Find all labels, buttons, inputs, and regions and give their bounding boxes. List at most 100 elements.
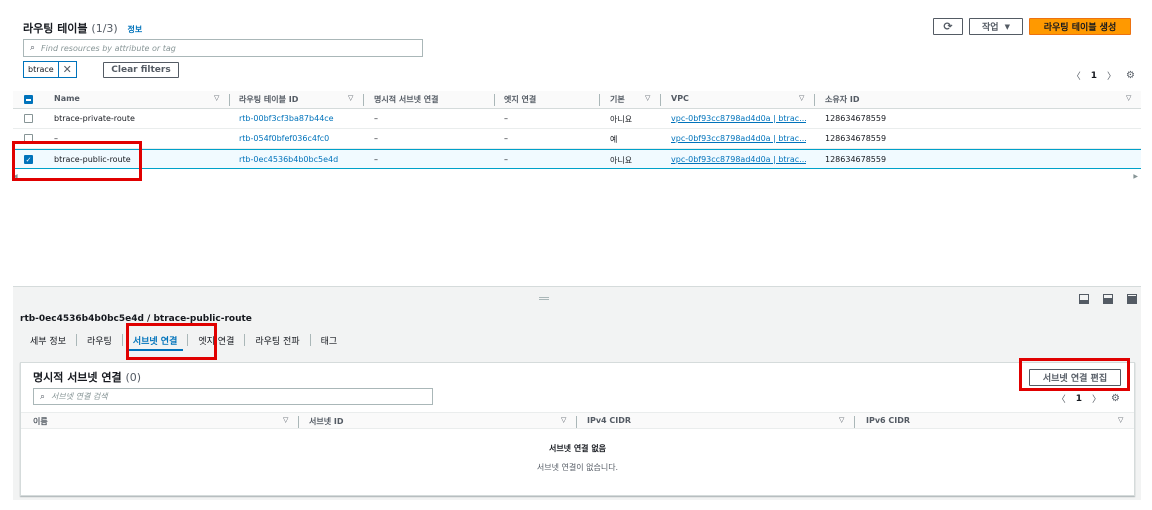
current-page[interactable]: 1 (1091, 71, 1097, 81)
route-table-header-row: Name ▽ 라우팅 테이블 ID ▽ 명시적 서브넷 연결 엣지 연결 기본 … (13, 91, 1141, 109)
col-edge-association[interactable]: 엣지 연결 (504, 94, 536, 105)
tab-edge-associations[interactable]: 엣지 연결 (188, 329, 244, 351)
cell-edge: – (504, 155, 508, 164)
panel-side-icon[interactable] (1103, 294, 1113, 304)
refresh-button[interactable]: ⟳ (933, 18, 963, 35)
empty-state-subtitle: 서브넷 연결이 없습니다. (536, 463, 619, 472)
col-owner-id[interactable]: 소유자 ID (825, 94, 859, 105)
column-divider (494, 94, 495, 106)
info-link[interactable]: 정보 (128, 25, 143, 34)
col-vpc[interactable]: VPC (671, 94, 689, 103)
create-route-table-button[interactable]: 라우팅 테이블 생성 (1029, 18, 1131, 35)
column-divider (229, 94, 230, 106)
sort-icon[interactable]: ▽ (839, 416, 844, 424)
scroll-right-icon[interactable]: ▶ (1133, 173, 1138, 180)
edit-subnet-associations-button[interactable]: 서브넷 연결 편집 (1029, 369, 1121, 386)
row-checkbox[interactable] (24, 134, 33, 143)
cell-main: 아니요 (610, 115, 633, 124)
tab-tags[interactable]: 태그 (311, 329, 348, 351)
cell-vpc[interactable]: vpc-0bf93cc8798ad4d0a | btrac... (671, 114, 806, 123)
gear-icon[interactable]: ⚙ (1126, 70, 1135, 81)
tab-details[interactable]: 세부 정보 (20, 329, 76, 351)
row-checkbox[interactable] (24, 114, 33, 123)
cell-owner: 128634678559 (825, 114, 887, 123)
column-divider (854, 416, 855, 428)
next-page-icon[interactable]: 〉 (1092, 392, 1101, 405)
page-title: 라우팅 테이블 (23, 22, 88, 35)
filter-token: btrace ✕ (23, 61, 77, 78)
card-title: 명시적 서브넷 연결 (0) (33, 369, 141, 385)
pagination: 〈 1 〉 ⚙ (1072, 69, 1135, 82)
panel-bottom-icon[interactable] (1079, 294, 1089, 304)
prev-page-icon[interactable]: 〈 (1072, 69, 1081, 82)
empty-state-title: 서브넷 연결 없음 (548, 444, 607, 453)
current-page[interactable]: 1 (1076, 394, 1082, 404)
col-name[interactable]: Name (54, 94, 80, 103)
explicit-subnet-card: 명시적 서브넷 연결 (0) 서브넷 연결 편집 ⌕ 서브넷 연결 검색 〈 1… (20, 362, 1135, 496)
filter-token-label: btrace (24, 62, 59, 77)
cell-route-table-id[interactable]: rtb-00bf3cf3ba87b44ce (239, 114, 334, 123)
clear-filters-button[interactable]: Clear filters (103, 62, 179, 78)
sort-icon[interactable]: ▽ (214, 94, 219, 102)
cell-subnet: – (374, 114, 378, 123)
cell-main: 아니요 (610, 156, 633, 165)
col-explicit-subnet[interactable]: 명시적 서브넷 연결 (374, 94, 438, 105)
resize-handle[interactable] (539, 297, 549, 300)
cell-vpc[interactable]: vpc-0bf93cc8798ad4d0a | btrac... (671, 155, 806, 164)
actions-button[interactable]: 작업 ▼ (969, 18, 1023, 35)
cell-vpc[interactable]: vpc-0bf93cc8798ad4d0a | btrac... (671, 134, 806, 143)
table-row[interactable]: – rtb-054f0bfef036c4fc0 – – 예 vpc-0bf93c… (13, 129, 1141, 149)
prev-page-icon[interactable]: 〈 (1057, 392, 1066, 405)
route-tables-panel: 라우팅 테이블 (1/3) 정보 ⟳ 작업 ▼ 라우팅 테이블 생성 ⌕ Fin… (13, 13, 1141, 286)
cell-subnet: – (374, 134, 378, 143)
caret-down-icon: ▼ (1004, 22, 1010, 31)
sort-icon[interactable]: ▽ (645, 94, 650, 102)
cell-owner: 128634678559 (825, 134, 887, 143)
cell-route-table-id[interactable]: rtb-054f0bfef036c4fc0 (239, 134, 329, 143)
cell-edge: – (504, 134, 508, 143)
detail-title: rtb-0ec4536b4b0bc5e4d / btrace-public-ro… (20, 314, 252, 324)
col-ipv6-cidr[interactable]: IPv6 CIDR (866, 416, 910, 425)
search-placeholder: Find resources by attribute or tag (41, 43, 176, 53)
col-route-table-id[interactable]: 라우팅 테이블 ID (239, 94, 298, 105)
table-row[interactable]: btrace-private-route rtb-00bf3cf3ba87b44… (13, 109, 1141, 129)
gear-icon[interactable]: ⚙ (1111, 393, 1120, 404)
subnet-table-header: 이름 ▽ 서브넷 ID ▽ IPv4 CIDR ▽ IPv6 CIDR ▽ (21, 412, 1134, 429)
col-subnet-name[interactable]: 이름 (33, 416, 48, 427)
next-page-icon[interactable]: 〉 (1107, 69, 1116, 82)
search-icon: ⌕ (30, 43, 36, 53)
search-icon: ⌕ (40, 391, 46, 402)
cell-route-table-id[interactable]: rtb-0ec4536b4b0bc5e4d (239, 155, 338, 164)
row-checkbox-checked[interactable]: ✓ (24, 155, 33, 164)
cell-name: btrace-public-route (54, 155, 131, 164)
subnet-pagination: 〈 1 〉 ⚙ (1057, 392, 1120, 405)
col-ipv4-cidr[interactable]: IPv4 CIDR (587, 416, 631, 425)
tab-routes[interactable]: 라우팅 (77, 329, 122, 351)
card-title-text: 명시적 서브넷 연결 (33, 371, 122, 384)
subnet-search-placeholder: 서브넷 연결 검색 (51, 392, 108, 401)
cell-edge: – (504, 114, 508, 123)
column-divider (298, 416, 299, 428)
card-count: (0) (125, 371, 142, 384)
sort-icon[interactable]: ▽ (348, 94, 353, 102)
tab-subnet-associations[interactable]: 서브넷 연결 (123, 329, 188, 351)
remove-filter-icon[interactable]: ✕ (59, 62, 76, 77)
sort-icon[interactable]: ▽ (561, 416, 566, 424)
scroll-left-icon[interactable]: ◀ (13, 173, 18, 180)
select-all-checkbox[interactable] (24, 95, 33, 104)
resource-search-input[interactable]: ⌕ Find resources by attribute or tag (23, 39, 423, 57)
column-divider (363, 94, 364, 106)
sort-icon[interactable]: ▽ (283, 416, 288, 424)
panel-full-icon[interactable] (1127, 294, 1137, 304)
column-divider (660, 94, 661, 106)
col-main[interactable]: 기본 (610, 94, 625, 105)
subnet-search-input[interactable]: ⌕ 서브넷 연결 검색 (33, 388, 433, 405)
cell-owner: 128634678559 (825, 155, 887, 164)
sort-icon[interactable]: ▽ (799, 94, 804, 102)
sort-icon[interactable]: ▽ (1118, 416, 1123, 424)
tab-route-propagation[interactable]: 라우팅 전파 (245, 329, 309, 351)
sort-icon[interactable]: ▽ (1126, 94, 1131, 102)
col-subnet-id[interactable]: 서브넷 ID (309, 416, 343, 427)
table-row-selected[interactable]: ✓ btrace-public-route rtb-0ec4536b4b0bc5… (13, 149, 1141, 169)
column-divider (576, 416, 577, 428)
